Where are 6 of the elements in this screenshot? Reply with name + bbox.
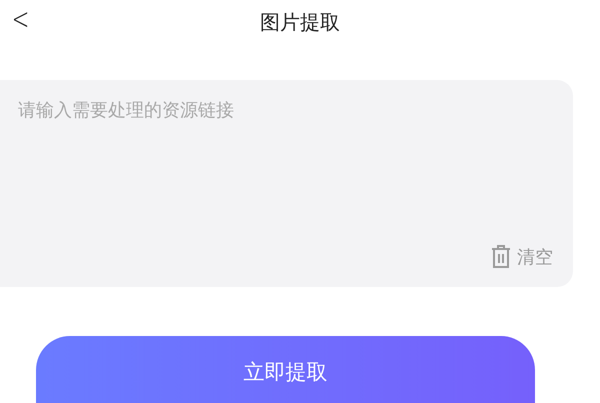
extract-button[interactable]: 立即提取 xyxy=(36,336,535,403)
back-button[interactable]: < xyxy=(12,2,30,37)
link-input-field[interactable]: 请输入需要处理的资源链接 清空 xyxy=(0,80,573,287)
page-title: 图片提取 xyxy=(260,9,340,36)
clear-button[interactable]: 清空 xyxy=(491,245,553,269)
trash-icon xyxy=(491,245,511,269)
